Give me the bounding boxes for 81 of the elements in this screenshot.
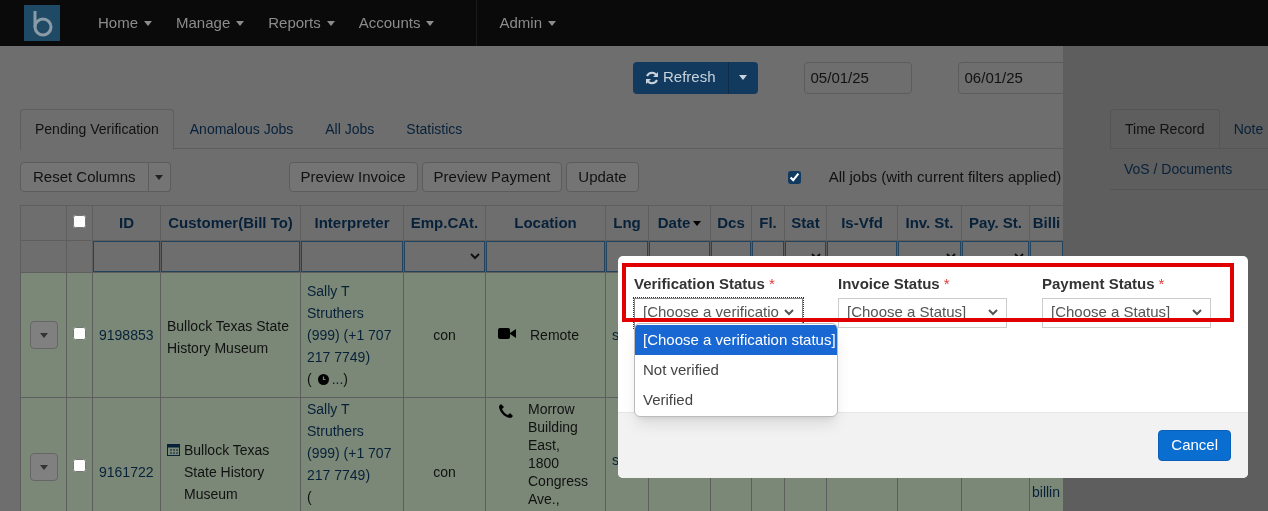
nav-menu[interactable]: Accounts [346, 0, 447, 46]
job-id-link[interactable]: 9161722 [99, 464, 154, 480]
caret-icon [144, 20, 152, 26]
caret-icon [426, 20, 435, 26]
chevron-icon [470, 253, 480, 260]
nav-menu[interactable]: Home [86, 0, 164, 46]
filter-field[interactable] [486, 241, 605, 272]
cancel-button[interactable]: Cancel [1158, 430, 1231, 461]
checkbox[interactable] [73, 214, 86, 228]
tab[interactable]: Anomalous Jobs [173, 109, 310, 149]
caret-icon [326, 20, 335, 26]
paren-text: ) [343, 370, 348, 389]
dropdown-option[interactable]: [Choose a verification status] [635, 325, 837, 355]
row-action-button[interactable] [29, 321, 58, 349]
toolbar-button[interactable]: Update [566, 162, 639, 192]
interpreter-link[interactable]: Sally T Struthers (999) (+1 707 217 7749) [307, 280, 397, 368]
phone-icon [498, 403, 514, 419]
caret-icon [155, 174, 164, 180]
more-link[interactable]: ... [331, 368, 344, 390]
field-label: Verification Status [634, 274, 765, 294]
nav-menu[interactable]: Manage [164, 0, 257, 46]
paren-text: ( [307, 488, 312, 507]
customer-name: Bullock Texas State History Museum [184, 441, 271, 504]
field-label: Invoice Status [838, 274, 940, 294]
date-field[interactable]: 06/01/25 [957, 61, 1066, 94]
select-field[interactable]: [Choose a Status] [1042, 297, 1211, 328]
filter-field[interactable] [161, 241, 300, 272]
refresh-icon [645, 70, 659, 85]
language-text: s [612, 327, 619, 343]
filter-select[interactable] [404, 241, 485, 272]
caret-icon [739, 75, 748, 80]
required-marker: * [768, 274, 775, 294]
tab[interactable]: Note [1219, 109, 1268, 148]
clock-icon [317, 373, 329, 385]
chevron-icon [988, 309, 998, 316]
nav-menu[interactable]: Reports [256, 0, 347, 46]
column-header[interactable]: ID [119, 211, 134, 235]
toolbar-button[interactable]: Preview Invoice [288, 162, 418, 192]
caret-icon [548, 20, 556, 26]
location-text: Morrow Building East, 1800 Congress Ave., [528, 400, 589, 508]
checkbox[interactable] [73, 459, 86, 472]
reset-columns-button[interactable]: Reset Columns [20, 162, 149, 192]
logo-icon [24, 5, 60, 41]
interpreter-link[interactable]: Sally T Struthers (999) (+1 707 217 7749) [307, 398, 397, 486]
language-text: s [612, 452, 619, 468]
toolbar-button[interactable]: Preview Payment [421, 162, 563, 192]
select-field[interactable]: [Choose a Status] [838, 297, 1007, 328]
chevron-icon [784, 309, 794, 316]
field-label: Payment Status [1042, 274, 1155, 294]
refresh-button[interactable]: Refresh [633, 61, 728, 94]
job-id-link[interactable]: 9198853 [99, 327, 154, 343]
tab[interactable]: VoS / Documents [1110, 149, 1247, 189]
tab[interactable]: Time Record [1110, 109, 1220, 148]
row-action-button[interactable] [29, 453, 58, 481]
dropdown-toggle[interactable] [148, 162, 171, 192]
caret-icon [39, 332, 48, 338]
caret-icon [236, 20, 245, 26]
dropdown-option[interactable]: Verified [635, 385, 837, 415]
dropdown-option[interactable]: Not verified [635, 355, 837, 385]
checkbox[interactable] [73, 327, 86, 340]
tab[interactable]: All Jobs [309, 109, 391, 149]
filter-field[interactable] [301, 241, 403, 272]
customer-name: Bullock Texas State History Museum [167, 317, 290, 358]
tab[interactable]: Statistics [390, 109, 479, 149]
filter-field[interactable] [93, 241, 160, 272]
paren-text: ( [307, 370, 312, 389]
dropdown-toggle[interactable] [727, 61, 758, 94]
caret-icon [39, 464, 48, 470]
checkbox-label: All jobs (with current filters applied) [828, 166, 1062, 187]
category-text: con [433, 327, 456, 343]
video-camera-icon [498, 327, 516, 340]
required-marker: * [943, 274, 950, 294]
date-field[interactable]: 05/01/25 [803, 61, 912, 94]
category-text: con [433, 464, 456, 480]
required-marker: * [1158, 274, 1165, 294]
location-text: Remote [530, 326, 580, 345]
checkbox[interactable] [787, 170, 801, 184]
tab[interactable]: Pending Verification [20, 109, 174, 150]
nav-menu[interactable]: Admin [476, 0, 568, 46]
chevron-icon [1192, 309, 1202, 316]
billing-text: billin [1032, 484, 1060, 500]
